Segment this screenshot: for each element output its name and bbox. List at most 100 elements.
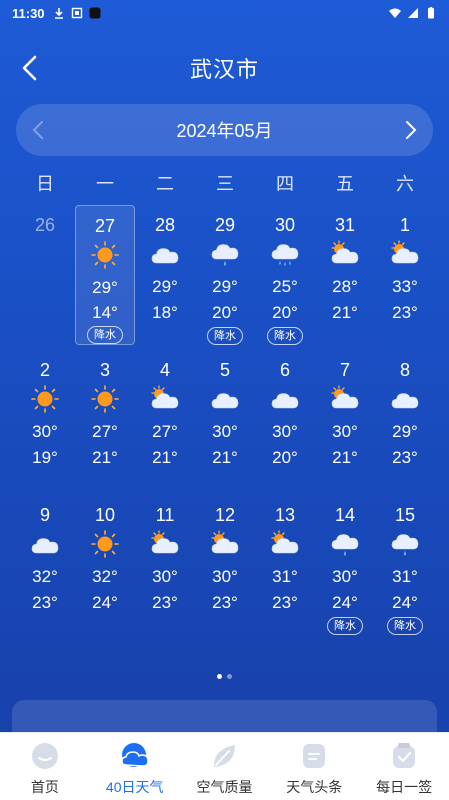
weekday-label: 四	[276, 174, 294, 194]
rain-icon	[209, 239, 241, 269]
calendar-day-cell[interactable]: 27 29° 14° 降水	[75, 205, 135, 345]
high-temperature: 29°	[92, 278, 118, 297]
calendar-day-cell[interactable]: 6 30° 20°	[255, 350, 315, 490]
partly-cloudy-icon	[329, 384, 361, 414]
low-temperature: 24°	[392, 593, 418, 612]
status-notifications	[53, 7, 101, 19]
calendar-day-cell[interactable]: 10 32° 24°	[75, 495, 135, 635]
low-temperature: 21°	[92, 448, 118, 467]
tab-news[interactable]: 天气头条	[269, 733, 359, 800]
partly-cloudy-icon	[209, 529, 241, 559]
battery-icon	[428, 7, 434, 19]
low-temperature: 18°	[152, 303, 178, 322]
low-temperature: 24°	[332, 593, 358, 612]
calendar-day-cell[interactable]: 28 29° 18°	[135, 205, 195, 345]
bottom-tab-bar: 首页 40日天气 空气质量 天气头条 每日一签	[0, 732, 449, 800]
low-temperature: 14°	[92, 303, 118, 322]
day-number: 6	[279, 360, 290, 380]
high-temperature: 27°	[152, 422, 178, 441]
month-selector: 2024年05月	[16, 104, 433, 156]
weekday-label: 二	[156, 174, 174, 194]
chevron-left-icon	[22, 55, 37, 81]
cloudy-icon	[269, 384, 301, 414]
cloudy-icon	[389, 384, 421, 414]
calendar-day-cell[interactable]: 29 29° 20° 降水	[195, 205, 255, 345]
calendar-grid: 26 27 29° 14° 降水 28 29° 18° 29 29° 20° 降水 30 25° 20° 降水…	[15, 205, 435, 640]
calendar-day-cell[interactable]: 30 25° 20° 降水	[255, 205, 315, 345]
low-temperature: 24°	[92, 593, 118, 612]
partly-cloudy-icon	[269, 529, 301, 559]
day-number: 30	[274, 215, 296, 235]
calendar-day-cell[interactable]: 12 30° 23°	[195, 495, 255, 635]
low-temperature: 23°	[392, 448, 418, 467]
page-dot	[227, 674, 232, 679]
tab-label: 空气质量	[196, 779, 253, 795]
sunny-icon	[89, 240, 121, 270]
calendar-day-cell[interactable]: 9 32° 23°	[15, 495, 75, 635]
day-number: 31	[334, 215, 356, 235]
tab-air-quality-leaf[interactable]: 空气质量	[180, 733, 270, 800]
sunny-icon	[89, 384, 121, 414]
calendar-day-cell[interactable]: 5 30° 21°	[195, 350, 255, 490]
high-temperature: 30°	[332, 422, 358, 441]
status-time: 11:30	[12, 5, 45, 21]
chevron-left-icon	[32, 121, 43, 139]
calendar-day-cell[interactable]: 26	[15, 205, 75, 345]
day-number: 8	[399, 360, 410, 380]
daily-sign-icon	[389, 741, 419, 771]
cloudy-icon	[29, 529, 61, 559]
tab-home[interactable]: 首页	[0, 733, 90, 800]
month-label: 2024年05月	[176, 121, 273, 141]
low-temperature: 19°	[32, 448, 58, 467]
calendar-day-cell[interactable]: 15 31° 24° 降水	[375, 495, 435, 635]
cloudy-icon	[149, 239, 181, 269]
previous-month-button[interactable]	[22, 114, 54, 146]
day-number: 1	[399, 215, 410, 235]
rain-icon	[329, 529, 361, 559]
next-month-button[interactable]	[395, 114, 427, 146]
status-system-icons	[389, 7, 437, 19]
calendar-day-cell[interactable]: 7 30° 21°	[315, 350, 375, 490]
download-icon	[54, 8, 63, 19]
high-temperature: 30°	[272, 422, 298, 441]
signal-icon	[408, 8, 418, 18]
calendar-day-cell[interactable]: 1 33° 23°	[375, 205, 435, 345]
day-number: 11	[155, 505, 175, 525]
rain-icon	[389, 529, 421, 559]
calendar-day-cell[interactable]: 8 29° 23°	[375, 350, 435, 490]
calendar-day-cell[interactable]: 2 30° 19°	[15, 350, 75, 490]
low-temperature: 20°	[212, 303, 238, 322]
low-temperature: 23°	[32, 593, 58, 612]
calendar-day-cell[interactable]: 4 27° 21°	[135, 350, 195, 490]
page-dot-active	[217, 674, 222, 679]
weekday-header: 日 一 二 三 四 五 六	[15, 170, 435, 196]
calendar-day-cell[interactable]: 11 30° 23°	[135, 495, 195, 635]
page-indicator	[0, 674, 449, 680]
high-temperature: 30°	[212, 567, 238, 586]
day-number: 10	[94, 505, 116, 525]
tab-forty-day-weather[interactable]: 40日天气	[90, 733, 180, 800]
back-button[interactable]	[14, 52, 46, 84]
high-temperature: 30°	[152, 567, 178, 586]
wifi-icon	[389, 8, 401, 18]
low-temperature: 23°	[272, 593, 298, 612]
high-temperature: 29°	[392, 422, 418, 441]
partly-cloudy-icon	[149, 384, 181, 414]
day-number: 12	[214, 505, 236, 525]
calendar-day-cell[interactable]: 14 30° 24° 降水	[315, 495, 375, 635]
calendar-day-cell[interactable]: 31 28° 21°	[315, 205, 375, 345]
day-number: 9	[39, 505, 50, 525]
weekday-label: 日	[36, 174, 54, 194]
weekday-label: 六	[396, 174, 414, 194]
day-number: 26	[34, 215, 56, 235]
calendar-day-cell[interactable]: 3 27° 21°	[75, 350, 135, 490]
low-temperature: 20°	[272, 303, 298, 322]
calendar-day-cell[interactable]: 13 31° 23°	[255, 495, 315, 635]
day-number: 15	[394, 505, 416, 525]
day-number: 27	[94, 216, 116, 236]
day-number: 2	[39, 360, 50, 380]
tab-daily-sign[interactable]: 每日一签	[359, 733, 449, 800]
day-number: 13	[274, 505, 296, 525]
heavy-rain-icon	[269, 239, 301, 269]
low-temperature: 23°	[152, 593, 178, 612]
